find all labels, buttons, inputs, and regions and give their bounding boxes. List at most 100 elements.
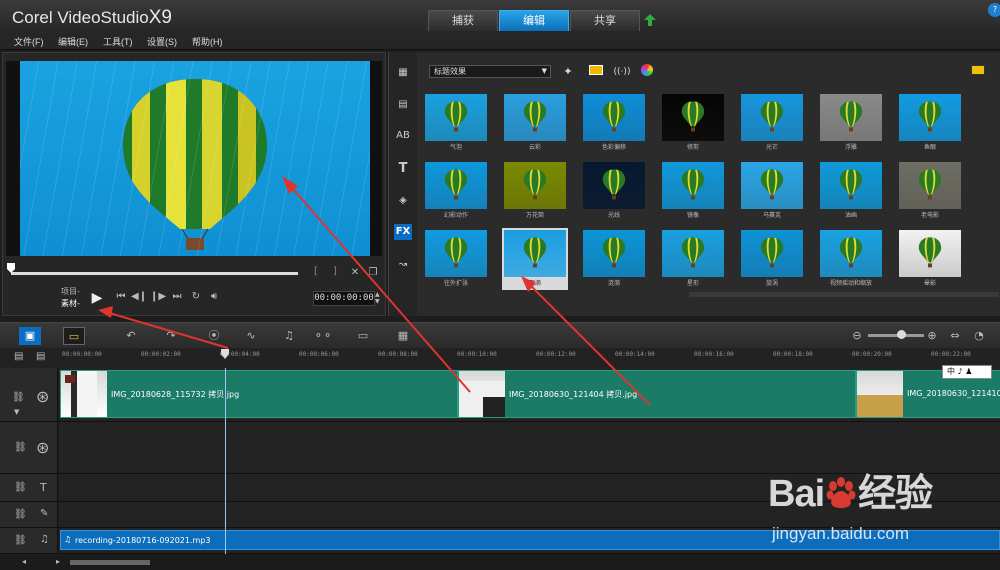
video-clip[interactable]: IMG_20180628_115732 拷贝.jpg [60,370,458,418]
filter-thumbnail[interactable]: 浮雕 [818,92,884,154]
filter-thumbnail[interactable]: 星形 [660,228,726,290]
filter-view-icon[interactable] [587,64,605,80]
filter-thumbnail[interactable]: 镜像 [660,160,726,222]
options-panel-icon[interactable] [969,64,987,80]
next-frame-icon[interactable]: ❙▶ [150,289,166,305]
timecode-display[interactable]: 00:00:00:00 [313,291,375,306]
timecode-spinner-icon[interactable]: ▲ ▼ [375,291,381,306]
mark-out-button[interactable]: ] [333,266,337,277]
link-toggle-icon[interactable]: ⛓ [12,392,25,403]
scrollbar-thumb[interactable] [70,560,150,565]
home-icon[interactable]: ⏮ [113,289,129,305]
title-icon[interactable]: T [394,161,412,177]
filter-thumbnail[interactable]: 幻影动作 [423,160,489,222]
graphic-icon[interactable]: ◈ [394,193,412,209]
brand-version: X9 [148,7,172,28]
filter-thumbnail[interactable]: 往外扩张 [423,228,489,290]
ime-toolbar[interactable]: 中 ♪ ♟ [942,365,992,379]
title-track-header: ⛓ T [0,474,58,501]
cut-icon[interactable]: ✕ [347,265,363,281]
filter-thumbnail[interactable]: 老电影 [897,160,963,222]
tab-share[interactable]: 共享 [570,10,640,31]
repeat-icon[interactable]: ↻ [188,289,204,305]
help-icon[interactable]: ? [988,3,1000,17]
instant-project-icon[interactable]: ▤ [394,97,412,113]
track-expand-icon[interactable]: ▼ [14,408,19,416]
upload-arrow-icon[interactable] [643,13,657,27]
audio-filter-icon[interactable]: ((·)) [613,64,631,80]
filter-thumbnail[interactable]: 旋涡 [739,228,805,290]
menu-file[interactable]: 文件(F) [14,35,44,48]
add-star-icon[interactable]: ✦ [559,64,577,80]
redo-icon[interactable]: ↷ [160,327,182,345]
filter-thumbnail[interactable]: 晕影 [897,228,963,290]
mode-project[interactable]: 项目- [61,286,80,297]
play-icon[interactable]: ▶ [87,288,107,308]
filter-thumbnail[interactable]: 云彩 [502,92,568,154]
scroll-left-icon[interactable]: ◂ [22,557,26,566]
record-capture-icon[interactable]: ⦿ [203,327,225,345]
zoom-in-icon[interactable]: ⊕ [921,327,943,345]
filter-thumbnail[interactable]: 万花筒 [502,160,568,222]
filter-fx-icon[interactable]: FX [394,224,412,240]
filter-thumbnail[interactable]: 鱼眼 [897,92,963,154]
path-icon[interactable]: ↝ [394,257,412,273]
subtitle-editor-icon[interactable]: ▭ [352,327,374,345]
filter-thumbnail[interactable]: 气泡 [423,92,489,154]
project-duration-icon[interactable]: ◔ [968,327,990,345]
filter-thumbnail[interactable]: 色彩偏移 [581,92,647,154]
lock-icon[interactable]: ⛓ [14,535,27,546]
mode-clip[interactable]: 素材- [61,298,80,309]
filter-thumbnail[interactable]: 油画 [818,160,884,222]
tab-edit[interactable]: 编辑 [499,10,569,31]
menu-tools[interactable]: 工具(T) [103,35,133,48]
library-scrollbar[interactable] [689,292,999,297]
color-wheel-icon[interactable] [638,64,656,80]
timeline-ruler[interactable]: ▤ ▤ 00:00:00:00 00:00:02:00 00:00:04:00 00:… [0,348,1000,368]
auto-music-icon[interactable]: ♫ [278,327,300,345]
fit-project-icon[interactable]: ⇔ [944,327,966,345]
transition-icon[interactable]: AB [394,128,412,144]
balloon-icon [444,236,468,267]
track-manager-icon[interactable]: ▤ [14,351,23,362]
timeline-scrollbar[interactable]: ◂ ▸ [0,556,1000,570]
mark-in-button[interactable]: [ [314,266,318,277]
volume-icon[interactable]: 🔊︎ [206,289,222,305]
filter-thumbnail[interactable]: 修剪 [660,92,726,154]
chapter-marker-icon[interactable]: ▤ [36,351,45,362]
ruler-tick-label: 00:00:22:00 [931,351,971,358]
multi-camera-icon[interactable]: ▦ [392,327,414,345]
lock-icon[interactable]: ⛓ [14,482,27,493]
copy-icon[interactable]: ❐ [365,265,381,281]
prev-frame-icon[interactable]: ◀❙ [131,289,147,305]
menu-settings[interactable]: 设置(S) [147,35,177,48]
zoom-out-icon[interactable]: ⊖ [846,327,868,345]
filter-thumbnail[interactable]: 涟漪 [581,228,647,290]
filter-preview [583,94,645,141]
filter-preview [662,230,724,277]
scrub-bar[interactable] [11,272,298,275]
filter-thumbnail[interactable]: 视频摇动和缩放 [818,228,884,290]
motion-tracking-icon[interactable]: ⚬⚬ [312,327,334,345]
timeline-view-icon[interactable]: ▭ [63,327,85,345]
media-icon[interactable]: ▦ [394,65,412,81]
scroll-right-icon[interactable]: ▸ [56,557,60,566]
menu-edit[interactable]: 编辑(E) [58,35,88,48]
filter-thumbnail[interactable]: 光芒 [739,92,805,154]
storyboard-view-icon[interactable]: ▣ [19,327,41,345]
video-clip[interactable]: IMG_20180630_121404 拷贝.jpg [458,370,856,418]
balloon-icon [760,100,784,131]
zoom-slider[interactable] [868,334,924,337]
end-icon[interactable]: ⏭ [169,289,185,305]
tab-capture[interactable]: 捕获 [428,10,498,31]
sound-mixer-icon[interactable]: ∿ [240,327,262,345]
menu-help[interactable]: 帮助(H) [192,35,223,48]
filter-thumbnail[interactable]: 马赛克 [739,160,805,222]
filter-thumbnail[interactable]: 光线 [581,160,647,222]
undo-icon[interactable]: ↶ [120,327,142,345]
zoom-slider-handle[interactable] [897,330,906,339]
filter-thumbnail[interactable]: 雨滴 [502,228,568,290]
lock-icon[interactable]: ⛓ [14,442,27,453]
lock-icon[interactable]: ⛓ [14,509,27,520]
filter-category-dropdown[interactable]: 标题效果 ▼ [429,65,551,78]
